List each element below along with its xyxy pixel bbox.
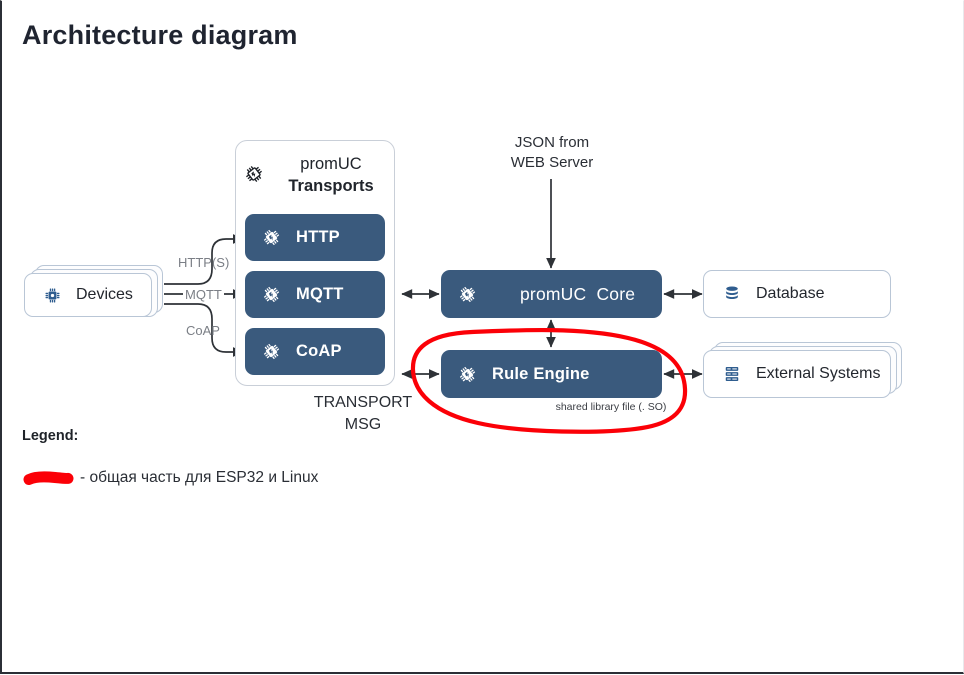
highlight-annotation-layer (410, 327, 688, 434)
edge-label-https: HTTP(S) (178, 255, 230, 270)
node-devices[interactable]: Devices (24, 273, 152, 317)
page-title: Architecture diagram (22, 20, 298, 50)
node-http-label: HTTP (296, 228, 340, 246)
legend-title: Legend: (22, 428, 79, 444)
microchip-icon (457, 284, 478, 305)
transport-msg-line1: TRANSPORT (313, 394, 413, 411)
legend-text: - общая часть для ESP32 и Linux (80, 469, 319, 486)
transports-title-line2: Transports (288, 177, 374, 195)
node-database-label: Database (756, 285, 825, 302)
node-promuc-core[interactable]: promUC Core (441, 270, 662, 318)
microchip-icon (43, 286, 62, 305)
legend-row: - общая часть для ESP32 и Linux (22, 469, 318, 487)
transports-header: promUC Transports (243, 153, 391, 199)
node-coap-label: CoAP (296, 342, 342, 360)
microchip-icon (261, 284, 282, 305)
diagram-canvas: Architecture diagram Devices promUC Tran… (0, 0, 964, 674)
legend-color-swatch (23, 471, 74, 485)
node-coap[interactable]: CoAP (245, 328, 385, 375)
transports-title-line1: promUC (300, 155, 362, 174)
node-external-systems-label: External Systems (756, 365, 881, 382)
database-icon (722, 284, 742, 304)
transport-msg-line2: MSG (344, 415, 382, 433)
node-database[interactable]: Database (703, 270, 891, 318)
json-source-annotation: JSON from WEB Server (481, 133, 623, 174)
microchip-icon (261, 341, 282, 362)
microchip-icon (457, 364, 478, 385)
edge-label-coap: CoAP (186, 323, 220, 338)
edge-label-mqtt: MQTT (183, 287, 224, 302)
microchip-outline-icon (243, 163, 265, 190)
transport-msg-annotation: TRANSPORT MSG (298, 392, 428, 435)
server-rack-icon (722, 364, 742, 384)
node-rule-engine-label: Rule Engine (492, 364, 590, 383)
node-http[interactable]: HTTP (245, 214, 385, 261)
node-mqtt-label: MQTT (296, 285, 344, 303)
json-source-line2: WEB Server (510, 154, 594, 172)
node-promuc-core-label: promUC Core (520, 283, 636, 304)
node-rule-engine[interactable]: Rule Engine (441, 350, 662, 398)
connector-layer (164, 179, 703, 379)
rule-engine-caption: shared library file (. SO) (555, 401, 667, 413)
node-devices-label: Devices (76, 286, 133, 303)
node-mqtt[interactable]: MQTT (245, 271, 385, 318)
json-source-line1: JSON from (514, 134, 590, 151)
node-external-systems[interactable]: External Systems (703, 350, 891, 398)
transports-title: promUC Transports (275, 154, 387, 198)
microchip-icon (261, 227, 282, 248)
